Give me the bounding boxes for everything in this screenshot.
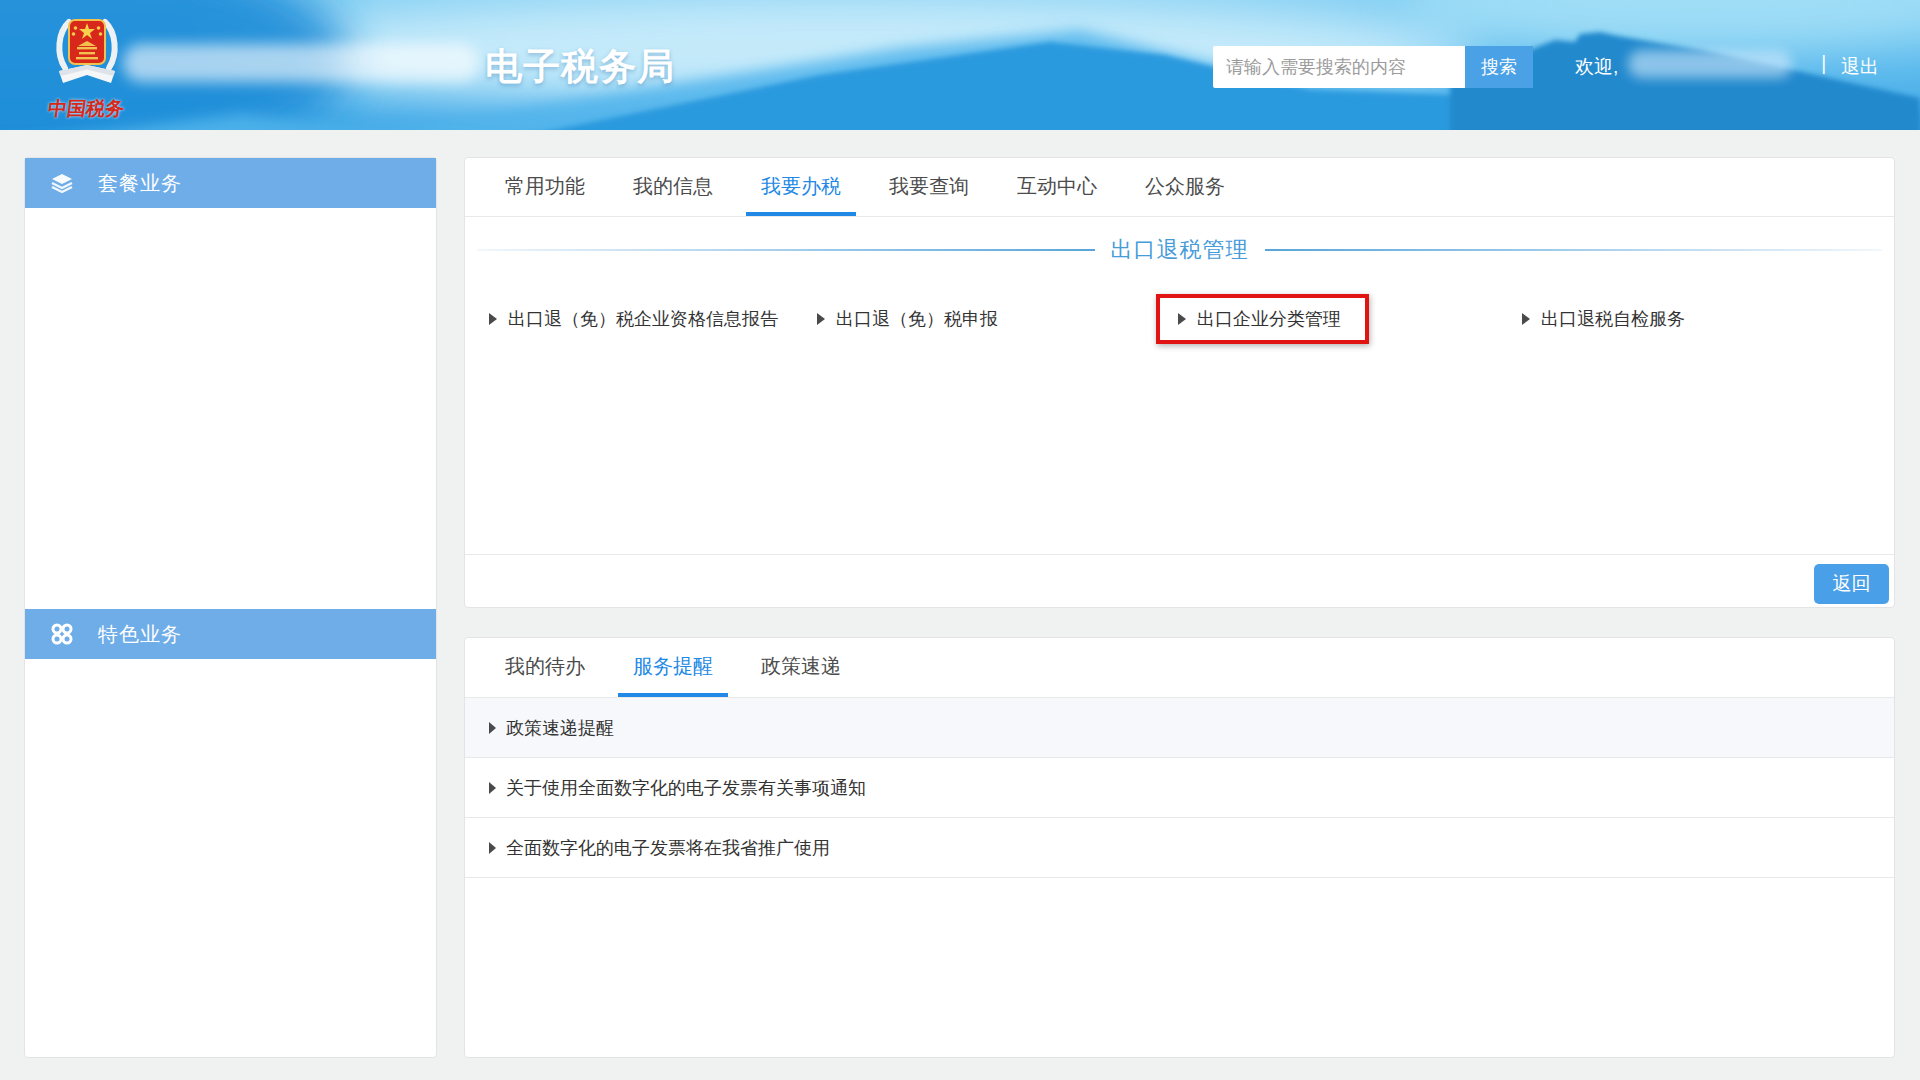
export-tax-links-row: 出口退（免）税企业资格信息报告 出口退（免）税申报 出口企业分类管理 出口退税自… xyxy=(465,294,1894,344)
notices-panel: 我的待办 服务提醒 政策速递 政策速递提醒 关于使用全面数字化的电子发票有关事项… xyxy=(464,637,1895,1058)
sidebar: 套餐业务 特色业务 xyxy=(24,157,437,1058)
notice-item-policy-express-reminder[interactable]: 政策速递提醒 xyxy=(465,698,1894,758)
link-export-tax-qualification-report[interactable]: 出口退（免）税企业资格信息报告 xyxy=(489,294,778,344)
search-input[interactable] xyxy=(1213,46,1465,88)
caret-right-icon xyxy=(489,722,496,734)
caret-right-icon xyxy=(489,842,496,854)
caret-right-icon xyxy=(489,782,496,794)
tab-common-functions[interactable]: 常用功能 xyxy=(490,158,600,216)
link-export-tax-declaration[interactable]: 出口退（免）税申报 xyxy=(817,294,998,344)
welcome-label: 欢迎, xyxy=(1575,54,1618,80)
header-search: 搜索 xyxy=(1213,46,1533,88)
tab-my-information[interactable]: 我的信息 xyxy=(618,158,728,216)
logout-link[interactable]: 退出 xyxy=(1841,54,1879,80)
search-button[interactable]: 搜索 xyxy=(1465,46,1533,88)
caret-right-icon xyxy=(817,313,825,325)
tab-i-want-to-query[interactable]: 我要查询 xyxy=(874,158,984,216)
tab-public-services[interactable]: 公众服务 xyxy=(1130,158,1240,216)
sidebar-section-label: 特色业务 xyxy=(98,621,182,648)
tab-policy-express[interactable]: 政策速递 xyxy=(746,638,856,697)
title-decor-line-left xyxy=(477,249,1095,251)
tax-functions-panel: 常用功能 我的信息 我要办税 我要查询 互动中心 公众服务 出口退税管理 出口退… xyxy=(464,157,1895,608)
main-tabstrip: 常用功能 我的信息 我要办税 我要查询 互动中心 公众服务 xyxy=(465,158,1894,217)
sidebar-section-special-business[interactable]: 特色业务 xyxy=(25,609,436,659)
notices-tabstrip: 我的待办 服务提醒 政策速递 xyxy=(465,638,1894,698)
sidebar-section-label: 套餐业务 xyxy=(98,170,182,197)
panel-footer: 返回 xyxy=(465,554,1894,608)
section-title-row: 出口退税管理 xyxy=(477,230,1882,270)
link-export-enterprise-classification-highlighted[interactable]: 出口企业分类管理 xyxy=(1156,294,1369,344)
tab-my-todo[interactable]: 我的待办 xyxy=(490,638,600,697)
four-circles-icon xyxy=(50,622,74,646)
notice-list: 政策速递提醒 关于使用全面数字化的电子发票有关事项通知 全面数字化的电子发票将在… xyxy=(465,698,1894,878)
section-title: 出口退税管理 xyxy=(1111,235,1249,265)
site-title: 电子税务局 xyxy=(485,42,675,92)
header-banner: 中国税务 电子税务局 搜索 欢迎, | 退出 xyxy=(0,0,1920,130)
notice-item-digital-invoice-promotion[interactable]: 全面数字化的电子发票将在我省推广使用 xyxy=(465,818,1894,878)
notice-item-digital-invoice-notice[interactable]: 关于使用全面数字化的电子发票有关事项通知 xyxy=(465,758,1894,818)
tab-service-reminders[interactable]: 服务提醒 xyxy=(618,638,728,697)
redacted-organization-name xyxy=(123,44,479,82)
link-export-tax-self-check-service[interactable]: 出口退税自检服务 xyxy=(1522,294,1685,344)
sidebar-section-package-business[interactable]: 套餐业务 xyxy=(25,158,436,208)
brand-caption: 中国税务 xyxy=(32,96,140,122)
layers-icon xyxy=(50,171,74,195)
back-button[interactable]: 返回 xyxy=(1814,564,1889,604)
caret-right-icon xyxy=(1178,313,1186,325)
redacted-user-name xyxy=(1628,50,1792,78)
caret-right-icon xyxy=(489,313,497,325)
header-divider: | xyxy=(1821,51,1826,75)
tax-bureau-emblem-logo xyxy=(52,14,122,96)
tab-i-want-to-handle-tax[interactable]: 我要办税 xyxy=(746,158,856,216)
title-decor-line-right xyxy=(1265,249,1883,251)
caret-right-icon xyxy=(1522,313,1530,325)
tab-interaction-center[interactable]: 互动中心 xyxy=(1002,158,1112,216)
